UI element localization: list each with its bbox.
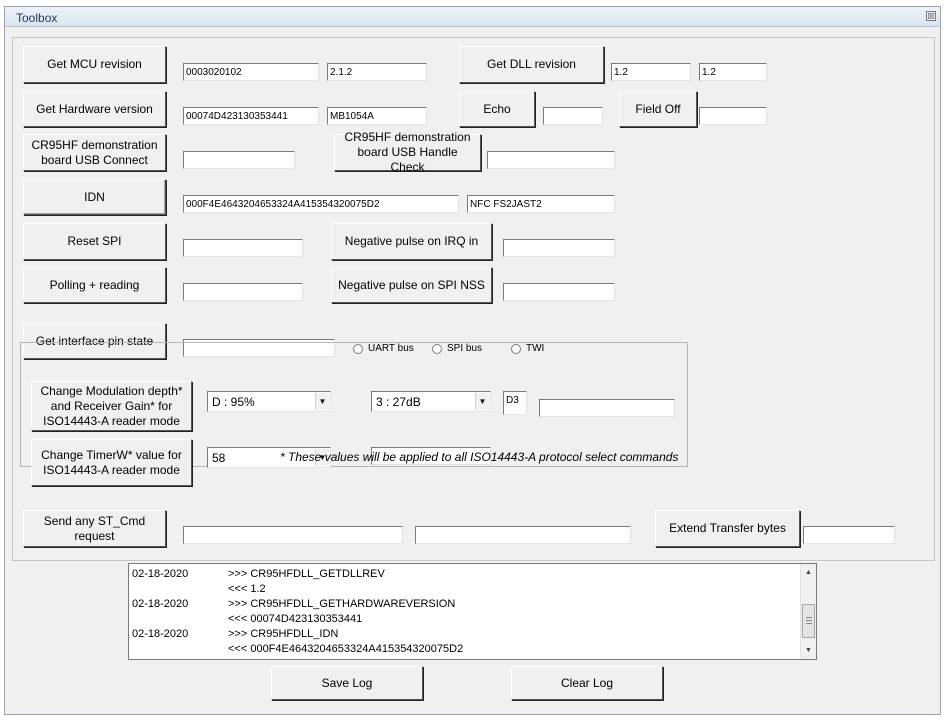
log-date: 02-18-2020 bbox=[132, 628, 189, 640]
log-message: <<< 1.2 bbox=[228, 583, 266, 595]
idn-name-field[interactable]: NFC FS2JAST2 bbox=[467, 195, 615, 213]
reset-spi-field[interactable] bbox=[183, 239, 303, 257]
log-date: 02-18-2020 bbox=[132, 568, 189, 580]
send-st-cmd-button[interactable]: Send any ST_Cmd request bbox=[23, 510, 166, 547]
timerw-value: 58 bbox=[212, 451, 226, 465]
modulation-depth-select[interactable]: D : 95% ▼ bbox=[207, 391, 331, 412]
log-scrollbar[interactable]: ▲ ▼ bbox=[800, 564, 816, 659]
log-listbox[interactable]: 02-18-2020 >>> CR95HFDLL_GETDLLREV <<< 1… bbox=[128, 563, 817, 660]
reset-spi-button[interactable]: Reset SPI bbox=[23, 223, 166, 260]
extend-transfer-bytes-button[interactable]: Extend Transfer bytes bbox=[655, 510, 800, 547]
toolbox-window: Toolbox ☒ Get MCU revision 0003020102 2.… bbox=[4, 6, 941, 715]
hardware-version-field[interactable]: 00074D423130353441 bbox=[183, 107, 319, 125]
get-mcu-revision-button[interactable]: Get MCU revision bbox=[23, 46, 166, 83]
polling-reading-button[interactable]: Polling + reading bbox=[23, 267, 166, 303]
st-cmd-response-field[interactable] bbox=[415, 526, 631, 544]
change-timerw-button[interactable]: Change TimerW* value for ISO14443-A read… bbox=[31, 439, 192, 486]
field-off-field[interactable] bbox=[699, 107, 767, 125]
echo-field[interactable] bbox=[543, 107, 603, 125]
grip-line bbox=[806, 620, 812, 621]
scroll-up-icon[interactable]: ▲ bbox=[801, 565, 816, 579]
chevron-down-icon[interactable]: ▼ bbox=[315, 393, 329, 410]
scroll-thumb[interactable] bbox=[802, 604, 815, 638]
change-modulation-depth-button[interactable]: Change Modulation depth* and Receiver Ga… bbox=[31, 381, 192, 431]
receiver-gain-select[interactable]: 3 : 27dB ▼ bbox=[371, 391, 491, 412]
get-dll-revision-button[interactable]: Get DLL revision bbox=[459, 46, 604, 83]
modulation-result-field[interactable] bbox=[539, 399, 675, 417]
title-bar: Toolbox ☒ bbox=[5, 7, 940, 27]
window-title: Toolbox bbox=[16, 11, 58, 25]
usb-handle-check-field[interactable] bbox=[487, 151, 615, 169]
mcu-revision-version-field[interactable]: 2.1.2 bbox=[327, 63, 427, 81]
receiver-gain-value: 3 : 27dB bbox=[376, 395, 421, 409]
log-message: >>> CR95HFDLL_IDN bbox=[228, 628, 339, 640]
usb-handle-check-button[interactable]: CR95HF demonstration board USB Handle Ch… bbox=[334, 130, 481, 174]
save-log-button[interactable]: Save Log bbox=[271, 666, 423, 700]
negative-pulse-nss-field[interactable] bbox=[503, 283, 615, 301]
idn-field[interactable]: 000F4E4643204653324A415354320075D2 bbox=[183, 195, 459, 213]
extend-transfer-field[interactable] bbox=[803, 526, 895, 544]
dll-revision-field[interactable]: 1.2 bbox=[611, 63, 691, 81]
log-message: <<< 00074D423130353441 bbox=[228, 613, 363, 625]
hardware-board-field[interactable]: MB1054A bbox=[327, 107, 427, 125]
field-off-button[interactable]: Field Off bbox=[619, 91, 697, 127]
iso14443a-note: * These values will be applied to all IS… bbox=[280, 450, 679, 464]
log-message: >>> CR95HFDLL_GETHARDWAREVERSION bbox=[228, 598, 456, 610]
negative-pulse-irq-button[interactable]: Negative pulse on IRQ in bbox=[331, 223, 492, 260]
modulation-code-field[interactable]: D3 bbox=[503, 391, 527, 415]
mcu-revision-field[interactable]: 0003020102 bbox=[183, 63, 319, 81]
close-icon[interactable]: ☒ bbox=[926, 11, 936, 21]
dll-revision-field-2[interactable]: 1.2 bbox=[699, 63, 767, 81]
log-message: <<< 000F4E4643204653324A415354320075D2 bbox=[228, 643, 464, 655]
chevron-down-icon[interactable]: ▼ bbox=[475, 393, 489, 410]
grip-line bbox=[806, 623, 812, 624]
scroll-down-icon[interactable]: ▼ bbox=[801, 643, 816, 657]
usb-connect-button[interactable]: CR95HF demonstration board USB Connect bbox=[23, 134, 166, 171]
clear-log-button[interactable]: Clear Log bbox=[511, 666, 663, 700]
polling-reading-field[interactable] bbox=[183, 283, 303, 301]
st-cmd-field[interactable] bbox=[183, 526, 403, 544]
log-message: >>> CR95HFDLL_GETDLLREV bbox=[228, 568, 385, 580]
negative-pulse-nss-button[interactable]: Negative pulse on SPI NSS bbox=[331, 267, 492, 303]
modulation-depth-value: D : 95% bbox=[212, 395, 255, 409]
usb-connect-field[interactable] bbox=[183, 151, 295, 169]
echo-button[interactable]: Echo bbox=[459, 91, 535, 127]
idn-button[interactable]: IDN bbox=[23, 179, 166, 215]
get-hardware-version-button[interactable]: Get Hardware version bbox=[23, 91, 166, 127]
negative-pulse-irq-field[interactable] bbox=[503, 239, 615, 257]
log-date: 02-18-2020 bbox=[132, 598, 189, 610]
grip-line bbox=[806, 617, 812, 618]
